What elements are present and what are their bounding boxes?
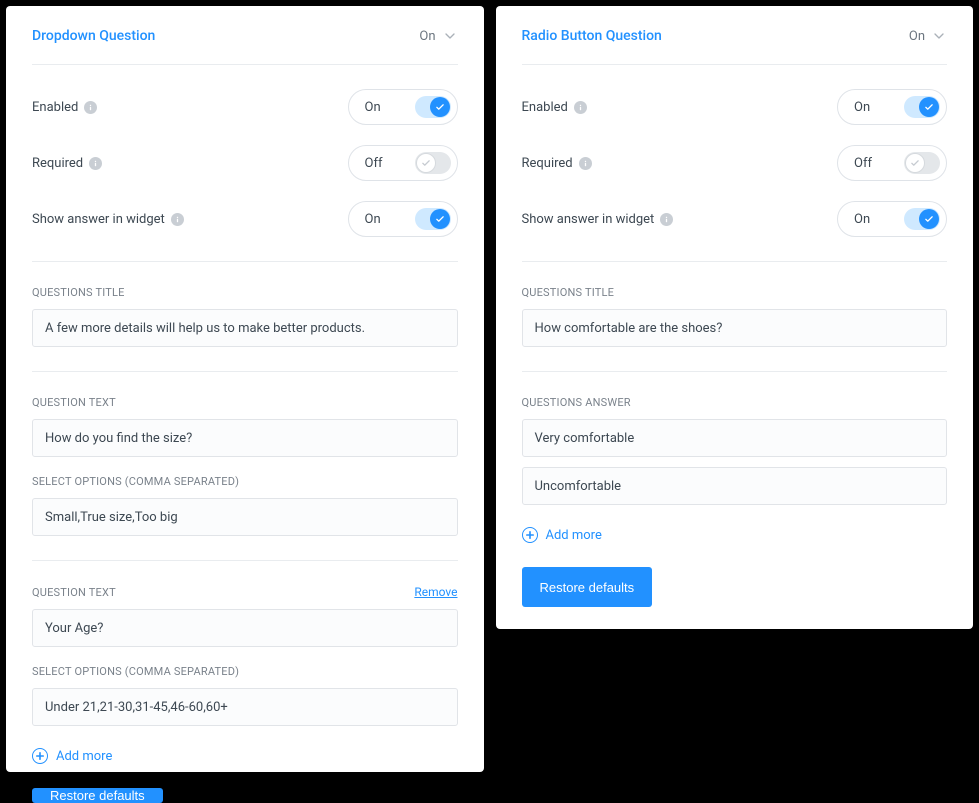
- plus-icon: [32, 748, 48, 764]
- required-row: Required Off: [522, 145, 948, 181]
- switch-off-icon: [415, 152, 451, 174]
- enabled-toggle[interactable]: On: [348, 89, 458, 125]
- dropdown-question-panel: Dropdown Question On Enabled On Required: [6, 6, 484, 772]
- info-icon[interactable]: [574, 101, 587, 114]
- add-more-button[interactable]: Add more: [32, 748, 458, 764]
- show-answer-row: Show answer in widget On: [32, 201, 458, 237]
- questions-title-section: QUESTIONS TITLE A few more details will …: [32, 262, 458, 372]
- info-icon[interactable]: [660, 213, 673, 226]
- info-icon[interactable]: [171, 213, 184, 226]
- toggles-section: Enabled On Required Off Show answer in w…: [522, 65, 948, 262]
- question-group-2: QUESTION TEXT Remove Your Age? SELECT OP…: [32, 561, 458, 726]
- questions-title-label: QUESTIONS TITLE: [32, 286, 458, 299]
- switch-on-icon: [904, 208, 940, 230]
- switch-on-icon: [904, 96, 940, 118]
- restore-defaults-button[interactable]: Restore defaults: [522, 567, 653, 607]
- show-answer-row: Show answer in widget On: [522, 201, 948, 237]
- required-label: Required: [522, 156, 592, 171]
- panel-title: Dropdown Question: [32, 28, 155, 44]
- questions-title-input[interactable]: A few more details will help us to make …: [32, 309, 458, 347]
- questions-title-input[interactable]: How comfortable are the shoes?: [522, 309, 948, 347]
- add-more-button[interactable]: Add more: [522, 527, 948, 543]
- question-text-input[interactable]: Your Age?: [32, 609, 458, 647]
- required-toggle[interactable]: Off: [837, 145, 947, 181]
- switch-on-icon: [415, 208, 451, 230]
- question-group-1: QUESTION TEXT How do you find the size? …: [32, 372, 458, 561]
- questions-title-section: QUESTIONS TITLE How comfortable are the …: [522, 262, 948, 372]
- panel-state-text: On: [419, 29, 435, 44]
- restore-defaults-button[interactable]: Restore defaults: [32, 788, 163, 803]
- info-icon[interactable]: [84, 101, 97, 114]
- plus-icon: [522, 527, 538, 543]
- show-answer-toggle[interactable]: On: [348, 201, 458, 237]
- panel-state-text: On: [909, 29, 925, 44]
- info-icon[interactable]: [89, 157, 102, 170]
- show-answer-label: Show answer in widget: [32, 212, 184, 227]
- switch-off-icon: [904, 152, 940, 174]
- question-text-label: QUESTION TEXT: [32, 586, 116, 599]
- select-options-label: SELECT OPTIONS (comma separated): [32, 475, 458, 488]
- radio-button-question-panel: Radio Button Question On Enabled On Requ…: [496, 6, 974, 629]
- panel-state-toggle[interactable]: On: [419, 28, 457, 44]
- toggles-section: Enabled On Required Off Show answer in w…: [32, 65, 458, 262]
- chevron-down-icon: [442, 28, 458, 44]
- enabled-label: Enabled: [32, 100, 97, 115]
- remove-link[interactable]: Remove: [414, 585, 457, 599]
- select-options-input[interactable]: Small,True size,Too big: [32, 498, 458, 536]
- required-toggle[interactable]: Off: [348, 145, 458, 181]
- question-text-input[interactable]: How do you find the size?: [32, 419, 458, 457]
- select-options-label: SELECT OPTIONS (comma separated): [32, 665, 458, 678]
- required-row: Required Off: [32, 145, 458, 181]
- required-label: Required: [32, 156, 102, 171]
- chevron-down-icon: [931, 28, 947, 44]
- panel-header[interactable]: Dropdown Question On: [32, 28, 458, 65]
- answer-input[interactable]: Very comfortable: [522, 419, 948, 457]
- questions-answer-section: QUESTIONS ANSWER Very comfortable Uncomf…: [522, 372, 948, 505]
- panel-state-toggle[interactable]: On: [909, 28, 947, 44]
- switch-on-icon: [415, 96, 451, 118]
- enabled-toggle[interactable]: On: [837, 89, 947, 125]
- info-icon[interactable]: [579, 157, 592, 170]
- select-options-input[interactable]: Under 21,21-30,31-45,46-60,60+: [32, 688, 458, 726]
- enabled-label: Enabled: [522, 100, 587, 115]
- question-text-label: QUESTION TEXT: [32, 396, 458, 409]
- enabled-row: Enabled On: [522, 89, 948, 125]
- panel-header[interactable]: Radio Button Question On: [522, 28, 948, 65]
- show-answer-toggle[interactable]: On: [837, 201, 947, 237]
- answer-input[interactable]: Uncomfortable: [522, 467, 948, 505]
- questions-answer-label: QUESTIONS ANSWER: [522, 396, 948, 409]
- questions-title-label: QUESTIONS TITLE: [522, 286, 948, 299]
- show-answer-label: Show answer in widget: [522, 212, 674, 227]
- enabled-row: Enabled On: [32, 89, 458, 125]
- panel-title: Radio Button Question: [522, 28, 662, 44]
